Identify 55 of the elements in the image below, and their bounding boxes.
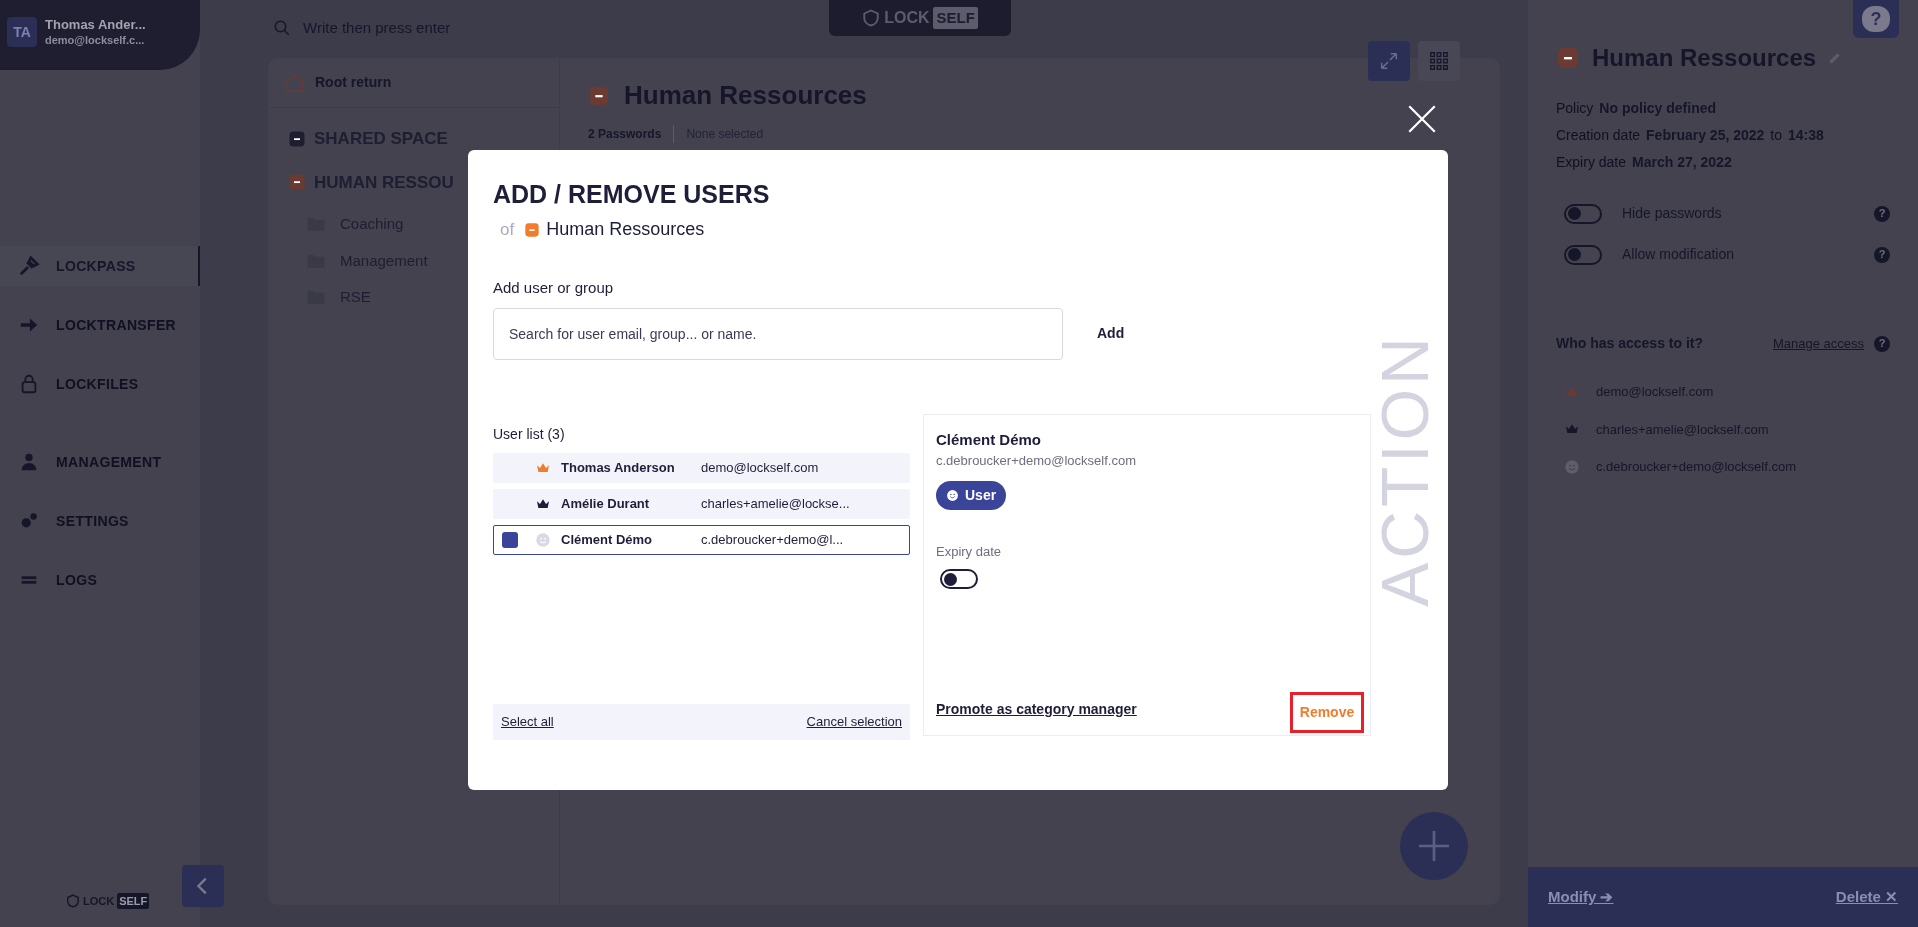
toggle-switch[interactable] xyxy=(1564,244,1602,265)
user-name: Clément Démo xyxy=(561,530,654,549)
category-icon xyxy=(1556,46,1580,70)
field-label: Add user or group xyxy=(493,278,615,298)
user-email: c.debroucker+demo@l... xyxy=(701,530,844,549)
user-email: demo@lockself.c... xyxy=(45,33,146,47)
promote-link[interactable]: Promote as category manager xyxy=(936,698,1137,720)
help-icon[interactable]: ? xyxy=(1874,246,1890,263)
user-name: Thomas Ander... xyxy=(45,17,146,33)
user-name: Clément Démo xyxy=(936,429,1043,450)
house-icon xyxy=(283,71,305,94)
help-button[interactable]: ? xyxy=(1853,0,1899,38)
select-all-link[interactable]: Select all xyxy=(501,711,554,732)
delete-link[interactable]: Delete ✕ xyxy=(1835,885,1898,909)
modal-title: ADD / REMOVE USERS xyxy=(493,179,771,210)
grid-icon xyxy=(1428,50,1450,72)
smiley-icon xyxy=(535,531,551,548)
category-icon xyxy=(588,84,610,107)
help-icon[interactable]: ? xyxy=(1874,205,1890,222)
shield-icon xyxy=(66,893,80,908)
role-badge: User xyxy=(936,480,1007,510)
list-title: User list (3) xyxy=(493,424,566,444)
collapse-button[interactable] xyxy=(182,865,224,907)
user-row[interactable]: Thomas Anderson demo@lockself.com xyxy=(493,452,910,483)
user-row[interactable]: Clément Démo c.debroucker+demo@l... xyxy=(493,524,910,555)
cancel-selection-link[interactable]: Cancel selection xyxy=(806,711,902,732)
help-icon[interactable]: ? xyxy=(1874,335,1890,352)
smiley-icon xyxy=(1564,458,1580,475)
pencil-icon[interactable] xyxy=(1828,51,1843,65)
user-avatar: TA xyxy=(7,17,37,47)
shield-icon xyxy=(862,9,881,27)
toggle-switch[interactable] xyxy=(1564,203,1602,224)
modify-link[interactable]: Modify ➔ xyxy=(1548,885,1614,909)
field-label: Expiry date xyxy=(936,542,1003,561)
user-email: demo@lockself.com xyxy=(701,458,819,477)
remove-button[interactable]: Remove xyxy=(1290,691,1364,733)
user-name: Thomas Anderson xyxy=(561,458,676,477)
smiley-icon xyxy=(946,488,959,502)
category-icon xyxy=(524,221,541,238)
user-search-field[interactable]: Search for user email, group... or name. xyxy=(493,307,1063,360)
expand-button[interactable] xyxy=(1368,41,1410,81)
checkbox[interactable] xyxy=(502,531,518,548)
user-email: c.debroucker+demo@lockself.com xyxy=(936,452,1137,470)
expand-arrows-icon xyxy=(1378,50,1400,72)
user-email: charles+amelie@lockse... xyxy=(701,494,850,513)
lockself-logo: LOCK SELF xyxy=(829,0,1011,36)
category-name: Human Ressources xyxy=(546,218,705,241)
key-icon xyxy=(18,255,40,277)
toggle-switch[interactable] xyxy=(940,569,978,589)
grid-view-button[interactable] xyxy=(1418,41,1460,81)
user-row[interactable]: Amélie Durant charles+amelie@lockse... xyxy=(493,488,910,519)
search-icon xyxy=(273,19,291,37)
user-name: Amélie Durant xyxy=(561,494,651,513)
of-label: of xyxy=(500,218,515,241)
add-user-button[interactable]: Add xyxy=(1085,313,1137,354)
